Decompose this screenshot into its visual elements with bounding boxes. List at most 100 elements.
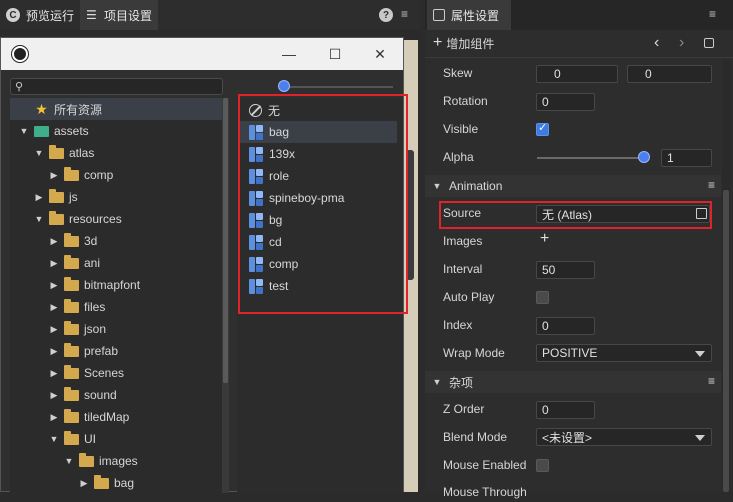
tree-item[interactable]: ▼ UI [10,428,223,450]
close-button[interactable]: ✕ [357,38,403,70]
tree-item[interactable]: ▶ json [10,318,223,340]
chevron-right-icon[interactable]: ▶ [34,192,44,203]
zoom-slider-handle[interactable] [278,80,290,92]
tree-item[interactable]: ▼ resources [10,208,223,230]
skew-label: Skew [443,66,473,80]
mouseenabled-checkbox[interactable] [536,459,549,472]
add-component-button[interactable]: + 增加组件 [433,34,494,52]
mousethrough-label: Mouse Through [443,485,527,499]
dropdown-arrow-icon [695,435,705,441]
chevron-down-icon[interactable]: ▼ [64,456,74,466]
inspector-scrollbar-thumb[interactable] [723,190,729,492]
chevron-right-icon[interactable]: ▶ [49,170,59,181]
help-icon[interactable]: ? [379,8,393,22]
chevron-down-icon[interactable]: ▼ [49,434,59,444]
chevron-right-icon[interactable]: ▶ [49,368,59,379]
skew-x-field[interactable]: 0 [536,65,618,83]
tab-preview-run[interactable]: C 预览运行 [0,0,80,30]
chevron-right-icon[interactable]: ▶ [79,478,89,489]
alpha-slider-handle[interactable] [638,151,650,163]
tree-item[interactable]: ▶ Scenes [10,362,223,384]
tree-item[interactable]: ▶ comp [10,164,223,186]
tree-item[interactable]: ▶ ani [10,252,223,274]
chevron-right-icon[interactable]: ▶ [49,346,59,357]
tree-scrollbar-thumb[interactable] [223,98,228,383]
list-item[interactable]: comp [239,253,397,275]
tree-item[interactable]: ▶ js [10,186,223,208]
index-field[interactable]: 0 [536,317,595,335]
folder-icon [64,342,79,357]
atlas-icon [249,124,263,140]
chevron-right-icon[interactable]: ▶ [49,236,59,247]
chevron-right-icon[interactable]: ▶ [49,302,59,313]
chevron-right-icon[interactable]: ▶ [49,324,59,335]
tree-item[interactable]: ★ 所有资源 [10,98,223,120]
folder-icon [64,408,79,423]
list-item-label: role [269,169,290,183]
tab-properties[interactable]: 属性设置 [427,0,511,30]
visible-checkbox[interactable] [536,121,549,136]
autoplay-checkbox[interactable] [536,291,549,304]
maximize-button[interactable]: ☐ [312,38,358,70]
alpha-slider-track[interactable] [537,157,645,159]
add-image-icon[interactable]: + [540,230,549,248]
tree-item-label: images [99,454,138,468]
zoom-slider-track[interactable] [283,86,393,88]
blendmode-select[interactable]: <未设置> [536,428,712,446]
list-item[interactable]: role [239,165,397,187]
tree-item[interactable]: ▶ bag [10,472,223,493]
tree-item[interactable]: ▼ atlas [10,142,223,164]
chevron-left-icon[interactable]: ‹ [654,34,659,52]
chevron-down-icon[interactable]: ▼ [34,214,44,224]
tree-item[interactable]: ▼ assets [10,120,223,142]
tree-item[interactable]: ▶ sound [10,384,223,406]
interval-field[interactable]: 50 [536,261,595,279]
tree-item[interactable]: ▶ files [10,296,223,318]
list-item[interactable]: bag [239,121,397,143]
misc-section-header[interactable]: ▼ 杂项 ≡ [425,371,721,393]
list-item[interactable]: bg [239,209,397,231]
animation-section-header[interactable]: ▼ Animation ≡ [425,175,721,197]
list-item[interactable]: cd [239,231,397,253]
minimize-button[interactable]: — [266,38,312,70]
panel-menu-icon[interactable]: ≡ [709,7,716,21]
tree-item[interactable]: ▼ images [10,450,223,472]
tree-item[interactable]: ▶ tiledMap [10,406,223,428]
search-icon: ⚲ [15,81,24,93]
images-label: Images [443,234,483,248]
list-item[interactable]: spineboy-pma [239,187,397,209]
chevron-right-icon[interactable]: › [679,34,684,52]
scene-scrollbar[interactable] [406,150,414,280]
list-item-label: comp [269,257,299,271]
folder-icon [64,320,79,335]
tree-item[interactable]: ▶ 3d [10,230,223,252]
tab-project-settings[interactable]: ☰ 项目设置 [80,0,159,30]
list-item[interactable]: 139x [239,143,397,165]
chevron-right-icon[interactable]: ▶ [49,412,59,423]
list-item[interactable]: test [239,275,397,297]
chevron-right-icon[interactable]: ▶ [49,280,59,291]
zorder-field[interactable]: 0 [536,401,595,419]
wrapmode-select[interactable]: POSITIVE [536,344,712,362]
list-item[interactable]: 无 [239,99,397,121]
alpha-field[interactable]: 1 [661,149,712,167]
chevron-right-icon[interactable]: ▶ [49,258,59,269]
tree-item-label: assets [54,124,89,138]
menu-icon[interactable]: ≡ [401,7,408,21]
tree-item[interactable]: ▶ bitmapfont [10,274,223,296]
lock-icon[interactable] [704,38,714,48]
chevron-down-icon[interactable]: ▼ [34,148,44,158]
tree-item-label: json [84,322,107,336]
chevron-right-icon[interactable]: ▶ [49,390,59,401]
section-menu-icon[interactable]: ≡ [708,178,715,192]
source-field[interactable]: 无 (Atlas) [536,205,710,223]
chevron-down-icon[interactable]: ▼ [19,126,29,136]
rotation-field[interactable]: 0 [536,93,595,111]
tree-item-label: comp [84,168,114,182]
tree-item[interactable]: ▶ prefab [10,340,223,362]
pick-resource-icon[interactable] [696,208,707,219]
misc-section-title: 杂项 [449,375,474,390]
section-menu-icon[interactable]: ≡ [708,374,715,388]
skew-y-field[interactable]: 0 [627,65,712,83]
search-input[interactable]: ⚲ [10,78,223,95]
